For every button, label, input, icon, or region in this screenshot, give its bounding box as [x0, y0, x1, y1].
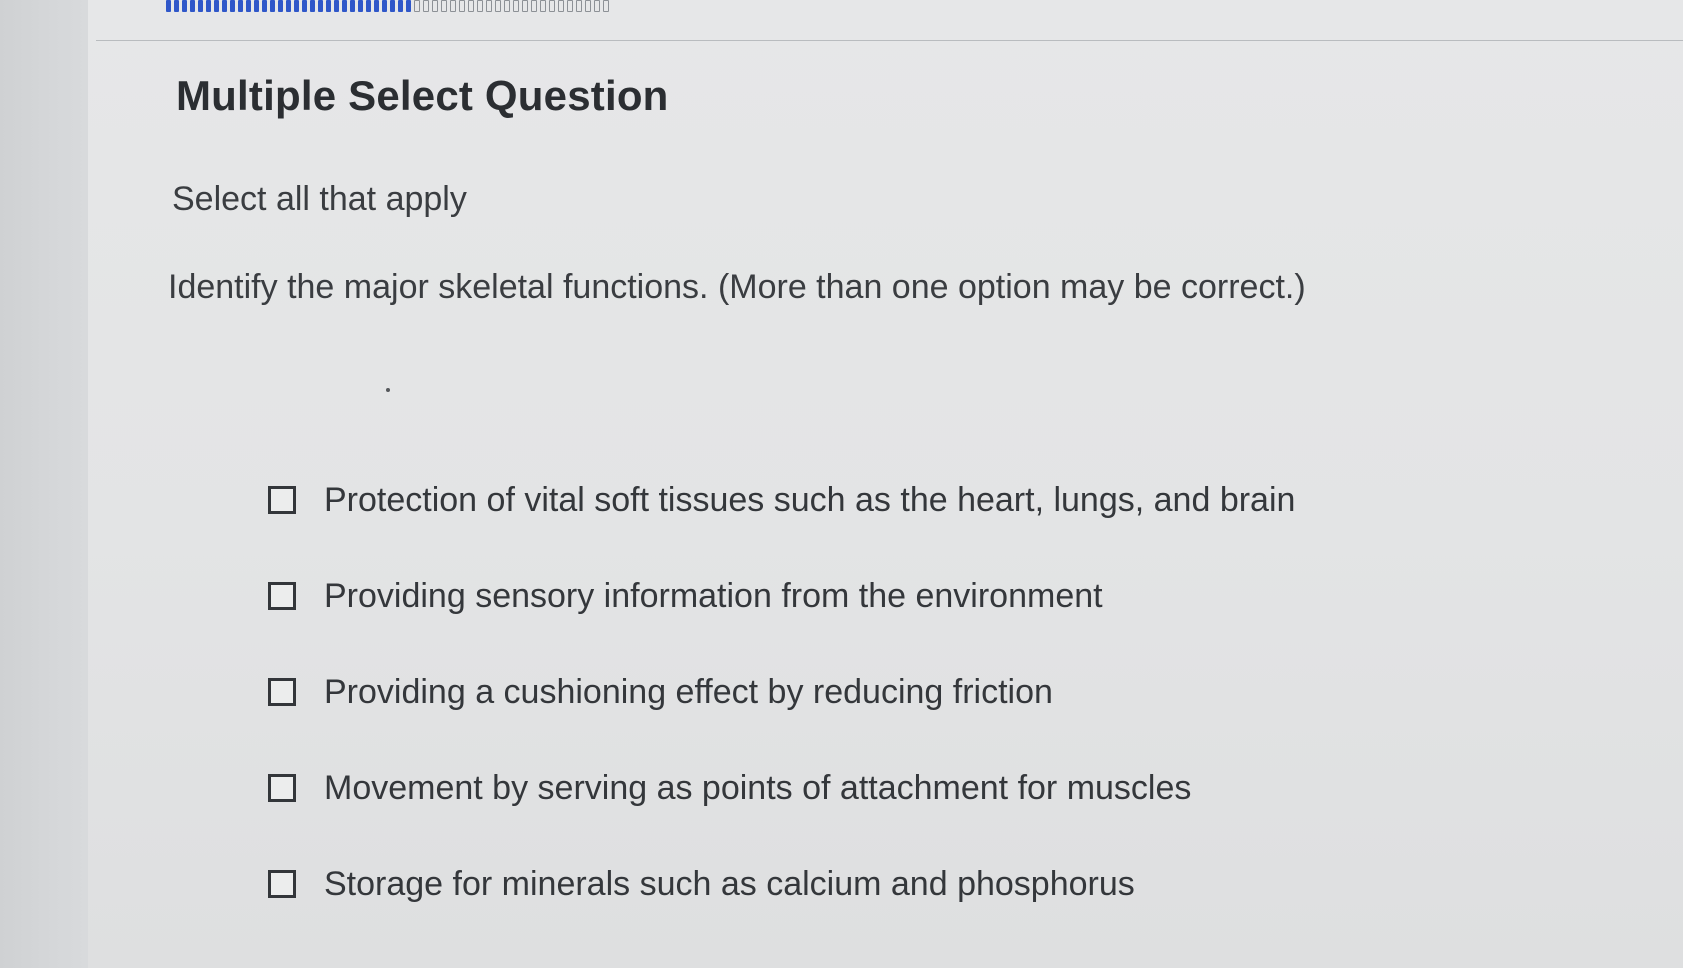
- progress-segment-empty: [459, 0, 465, 12]
- option-label[interactable]: Providing sensory information from the e…: [324, 577, 1103, 616]
- progress-segment-empty: [540, 0, 546, 12]
- progress-segment-empty: [450, 0, 456, 12]
- progress-segment-complete: [334, 0, 339, 12]
- progress-segment-empty: [558, 0, 564, 12]
- progress-segment-empty: [495, 0, 501, 12]
- progress-segment-complete: [222, 0, 227, 12]
- progress-segment-empty: [531, 0, 537, 12]
- progress-segment-complete: [182, 0, 187, 12]
- checkbox[interactable]: [268, 870, 296, 898]
- progress-segment-complete: [190, 0, 195, 12]
- progress-segment-complete: [294, 0, 299, 12]
- progress-segment-complete: [342, 0, 347, 12]
- progress-segment-complete: [174, 0, 179, 12]
- progress-segment-complete: [238, 0, 243, 12]
- progress-segment-complete: [206, 0, 211, 12]
- progress-segment-empty: [468, 0, 474, 12]
- progress-segment-empty: [549, 0, 555, 12]
- progress-segment-empty: [576, 0, 582, 12]
- progress-segment-empty: [423, 0, 429, 12]
- progress-segment-complete: [166, 0, 171, 12]
- progress-segment-empty: [414, 0, 420, 12]
- option-label[interactable]: Providing a cushioning effect by reducin…: [324, 673, 1053, 712]
- option-label[interactable]: Protection of vital soft tissues such as…: [324, 481, 1295, 520]
- checkbox[interactable]: [268, 486, 296, 514]
- progress-segment-complete: [390, 0, 395, 12]
- progress-segment-complete: [350, 0, 355, 12]
- progress-segment-empty: [477, 0, 483, 12]
- progress-segment-empty: [432, 0, 438, 12]
- left-gutter: [0, 0, 88, 968]
- progress-segment-empty: [585, 0, 591, 12]
- option-movement[interactable]: Movement by serving as points of attachm…: [268, 740, 1568, 836]
- progress-segment-empty: [603, 0, 609, 12]
- progress-segment-complete: [198, 0, 203, 12]
- progress-segment-empty: [504, 0, 510, 12]
- progress-segment-complete: [310, 0, 315, 12]
- option-cushioning-effect[interactable]: Providing a cushioning effect by reducin…: [268, 644, 1568, 740]
- checkbox[interactable]: [268, 582, 296, 610]
- progress-segment-complete: [262, 0, 267, 12]
- instruction-text: Select all that apply: [172, 180, 467, 218]
- progress-segment-complete: [302, 0, 307, 12]
- progress-segment-complete: [406, 0, 411, 12]
- progress-bar: [166, 0, 634, 14]
- progress-segment-complete: [358, 0, 363, 12]
- question-prompt: Identify the major skeletal functions. (…: [168, 268, 1306, 306]
- options-list: Protection of vital soft tissues such as…: [268, 452, 1568, 932]
- progress-segment-empty: [486, 0, 492, 12]
- option-sensory-information[interactable]: Providing sensory information from the e…: [268, 548, 1568, 644]
- progress-segment-complete: [366, 0, 371, 12]
- option-label[interactable]: Storage for minerals such as calcium and…: [324, 865, 1135, 904]
- option-mineral-storage[interactable]: Storage for minerals such as calcium and…: [268, 836, 1568, 932]
- progress-segment-complete: [270, 0, 275, 12]
- progress-segment-complete: [326, 0, 331, 12]
- progress-segment-complete: [214, 0, 219, 12]
- progress-segment-empty: [513, 0, 519, 12]
- progress-segment-complete: [382, 0, 387, 12]
- stray-dot: [386, 388, 390, 392]
- progress-segment-complete: [254, 0, 259, 12]
- progress-segment-complete: [374, 0, 379, 12]
- progress-segment-empty: [441, 0, 447, 12]
- checkbox[interactable]: [268, 774, 296, 802]
- progress-segment-complete: [398, 0, 403, 12]
- top-divider: [96, 40, 1683, 41]
- option-label[interactable]: Movement by serving as points of attachm…: [324, 769, 1191, 808]
- progress-segment-empty: [594, 0, 600, 12]
- progress-segment-empty: [522, 0, 528, 12]
- progress-segment-complete: [318, 0, 323, 12]
- progress-segment-complete: [286, 0, 291, 12]
- progress-segment-complete: [246, 0, 251, 12]
- progress-segment-complete: [230, 0, 235, 12]
- checkbox[interactable]: [268, 678, 296, 706]
- progress-segment-empty: [567, 0, 573, 12]
- progress-segment-complete: [278, 0, 283, 12]
- option-protection[interactable]: Protection of vital soft tissues such as…: [268, 452, 1568, 548]
- question-type-title: Multiple Select Question: [176, 72, 669, 119]
